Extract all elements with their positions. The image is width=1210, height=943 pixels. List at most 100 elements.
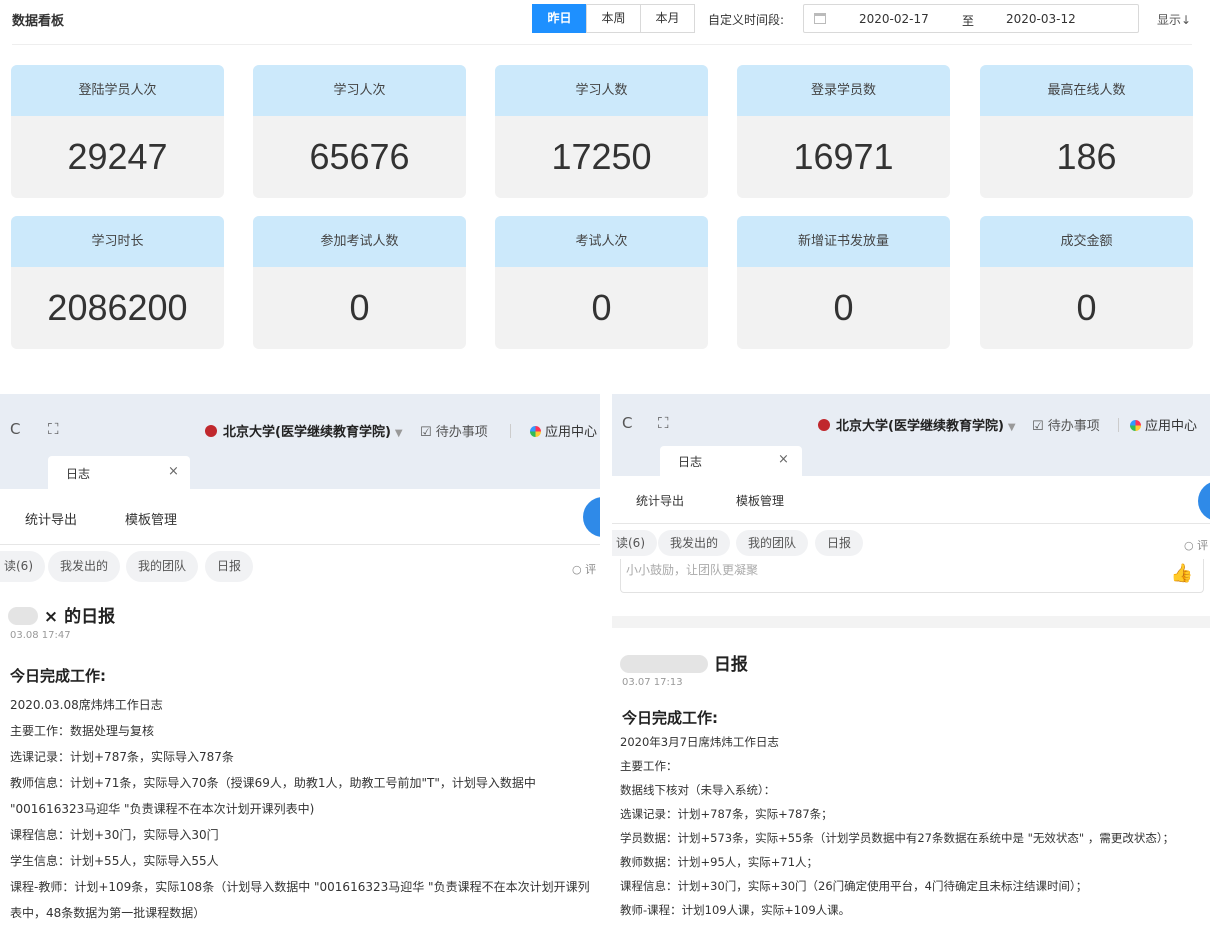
todo-link[interactable]: ☑ 待办事项 — [420, 421, 488, 440]
date-from[interactable]: 2020-02-17 — [859, 12, 929, 26]
date-to[interactable]: 2020-03-12 — [1006, 12, 1076, 26]
todo-label: 待办事项 — [1047, 419, 1100, 434]
show-toggle-button[interactable]: 显示↓ — [1157, 11, 1191, 28]
close-icon[interactable]: × — [778, 452, 789, 467]
stat-card-label: 考试人次 — [495, 216, 708, 267]
report-line: 选课记录：计划+787条，实际导入787条 — [10, 750, 234, 764]
report-line: 2020.03.08席炜炜工作日志 — [10, 698, 163, 712]
stat-card-learners: 学习人数 17250 — [495, 65, 708, 198]
encourage-input[interactable]: 小小鼓励，让团队更凝聚 👍 — [620, 559, 1204, 593]
divider — [1118, 418, 1119, 432]
report-line: 课程信息：计划+30门，实际导入30门 — [10, 828, 219, 842]
filter-chip-unread[interactable]: 读(6) — [0, 551, 45, 582]
stat-card-value: 17250 — [551, 136, 652, 177]
stat-card-label: 登陆学员人次 — [11, 65, 224, 116]
avatar — [620, 655, 708, 673]
period-month-button[interactable]: 本月 — [640, 4, 695, 33]
org-switcher[interactable]: 北京大学(医学继续教育学院) ▼ — [818, 415, 1016, 434]
checkbox-icon: ☑ — [420, 425, 436, 440]
stat-card-value: 2086200 — [47, 287, 188, 328]
stat-card-transaction-amount: 成交金额 0 — [980, 216, 1193, 349]
report-line: 数据线下核对（未导入系统）： — [620, 783, 776, 797]
filter-chip-unread[interactable]: 读(6) — [612, 530, 657, 556]
tab-log[interactable]: 日志 × — [48, 456, 190, 490]
stat-card-value: 16971 — [793, 136, 894, 177]
report-title-text: 日报 — [713, 655, 748, 675]
filter-chip-team[interactable]: 我的团队 — [126, 551, 199, 582]
stat-card-logged-students: 登录学员数 16971 — [737, 65, 950, 198]
app-center-link[interactable]: 应用中心 — [1130, 415, 1197, 434]
daily-report-screenshot-left: C ⛶ 北京大学(医学继续教育学院) ▼ ☑ 待办事项 应用中心 日志 × 统计导… — [0, 394, 600, 943]
period-week-button[interactable]: 本周 — [586, 4, 641, 33]
report-title: 日报 — [620, 650, 748, 675]
stat-card-value: 65676 — [309, 136, 410, 177]
sub-nav: 统计导出 模板管理 — [612, 476, 1210, 524]
todo-label: 待办事项 — [435, 425, 488, 440]
stat-card-label: 学习人次 — [253, 65, 466, 116]
sub-nav-stats-export[interactable]: 统计导出 — [25, 509, 77, 528]
chevron-down-icon: ▼ — [394, 428, 403, 439]
close-icon[interactable]: × — [168, 464, 179, 479]
page-title: 数据看板 — [12, 14, 65, 29]
stat-card-study-duration: 学习时长 2086200 — [11, 216, 224, 349]
stat-card-value: 186 — [1056, 136, 1117, 177]
comment-icon[interactable]: ○ 评 — [572, 561, 596, 577]
org-logo-icon — [205, 425, 217, 437]
stat-card-label: 学习人数 — [495, 65, 708, 116]
filter-chip-daily[interactable]: 日报 — [205, 551, 254, 582]
app-topbar: C ⛶ 北京大学(医学继续教育学院) ▼ ☑ 待办事项 应用中心 日志 × — [612, 394, 1210, 476]
stat-card-label: 参加考试人数 — [253, 216, 466, 267]
report-time: 03.07 17:13 — [622, 677, 683, 688]
dashboard-header: 数据看板 昨日 本周 本月 自定义时间段: 2020-02-17 至 2020-… — [0, 0, 1210, 44]
report-line: 主要工作： — [620, 759, 678, 773]
floating-action-button[interactable] — [1198, 481, 1210, 521]
stat-card-new-certificates: 新增证书发放量 0 — [737, 216, 950, 349]
date-range-picker[interactable]: 2020-02-17 至 2020-03-12 — [803, 4, 1139, 33]
stat-card-value: 0 — [1076, 287, 1097, 328]
report-line: 教师数据：计划+95人，实际+71人； — [620, 855, 819, 869]
stat-card-label: 成交金额 — [980, 216, 1193, 267]
filter-chip-team[interactable]: 我的团队 — [736, 530, 809, 556]
todo-link[interactable]: ☑ 待办事项 — [1032, 415, 1100, 434]
report-line: 教师-课程：计划109人课，实际+109人课。 — [620, 903, 851, 917]
report-line: 2020年3月7日席炜炜工作日志 — [620, 735, 779, 749]
fullscreen-icon[interactable]: ⛶ — [658, 414, 669, 432]
comment-icon[interactable]: ○ 评 — [1184, 537, 1208, 553]
sub-nav-template-manage[interactable]: 模板管理 — [125, 509, 177, 528]
sub-nav: 统计导出 模板管理 — [0, 489, 600, 545]
report-line: 主要工作：数据处理与复核 — [10, 724, 155, 738]
org-name: 北京大学(医学继续教育学院) — [836, 419, 1004, 434]
sub-nav-template-manage[interactable]: 模板管理 — [736, 492, 784, 509]
header-divider — [12, 44, 1192, 45]
filter-bar: 读(6) 我发出的 我的团队 日报 ○ 评 — [0, 546, 600, 588]
divider — [510, 424, 511, 438]
org-switcher[interactable]: 北京大学(医学继续教育学院) ▼ — [205, 421, 403, 440]
report-title: × 的日报 — [8, 602, 115, 627]
app-center-label: 应用中心 — [1145, 419, 1198, 434]
report-line: 课程信息：计划+30门，实际+30门（26门确定使用平台，4门待确定且未标注结课… — [620, 879, 1088, 893]
tab-log[interactable]: 日志 × — [660, 446, 802, 476]
app-center-icon — [1130, 420, 1141, 431]
report-line: 课程-教师：计划+109条，实际108条（计划导入数据中 "001616323马… — [10, 880, 590, 920]
stat-card-exam-visits: 考试人次 0 — [495, 216, 708, 349]
filter-chip-sent[interactable]: 我发出的 — [658, 530, 731, 556]
period-yesterday-button[interactable]: 昨日 — [532, 4, 587, 33]
filter-chip-sent[interactable]: 我发出的 — [48, 551, 121, 582]
stat-card-value: 0 — [349, 287, 370, 328]
thumbs-up-icon[interactable]: 👍 — [1171, 563, 1193, 584]
sub-nav-stats-export[interactable]: 统计导出 — [636, 492, 684, 509]
fullscreen-icon[interactable]: ⛶ — [48, 420, 59, 438]
refresh-icon[interactable]: C — [622, 414, 632, 432]
report-heading: 今日完成工作: — [622, 709, 718, 727]
filter-chip-daily[interactable]: 日报 — [815, 530, 864, 556]
stat-card-peak-online: 最高在线人数 186 — [980, 65, 1193, 198]
app-center-label: 应用中心 — [545, 425, 598, 440]
floating-action-button[interactable] — [583, 497, 600, 537]
report-line: 学生信息：计划+55人，实际导入55人 — [10, 854, 219, 868]
app-center-icon — [530, 426, 541, 437]
tab-label: 日志 — [66, 467, 91, 481]
org-name: 北京大学(医学继续教育学院) — [223, 425, 391, 440]
refresh-icon[interactable]: C — [10, 420, 20, 438]
date-separator: 至 — [962, 14, 975, 28]
app-center-link[interactable]: 应用中心 — [530, 421, 597, 440]
